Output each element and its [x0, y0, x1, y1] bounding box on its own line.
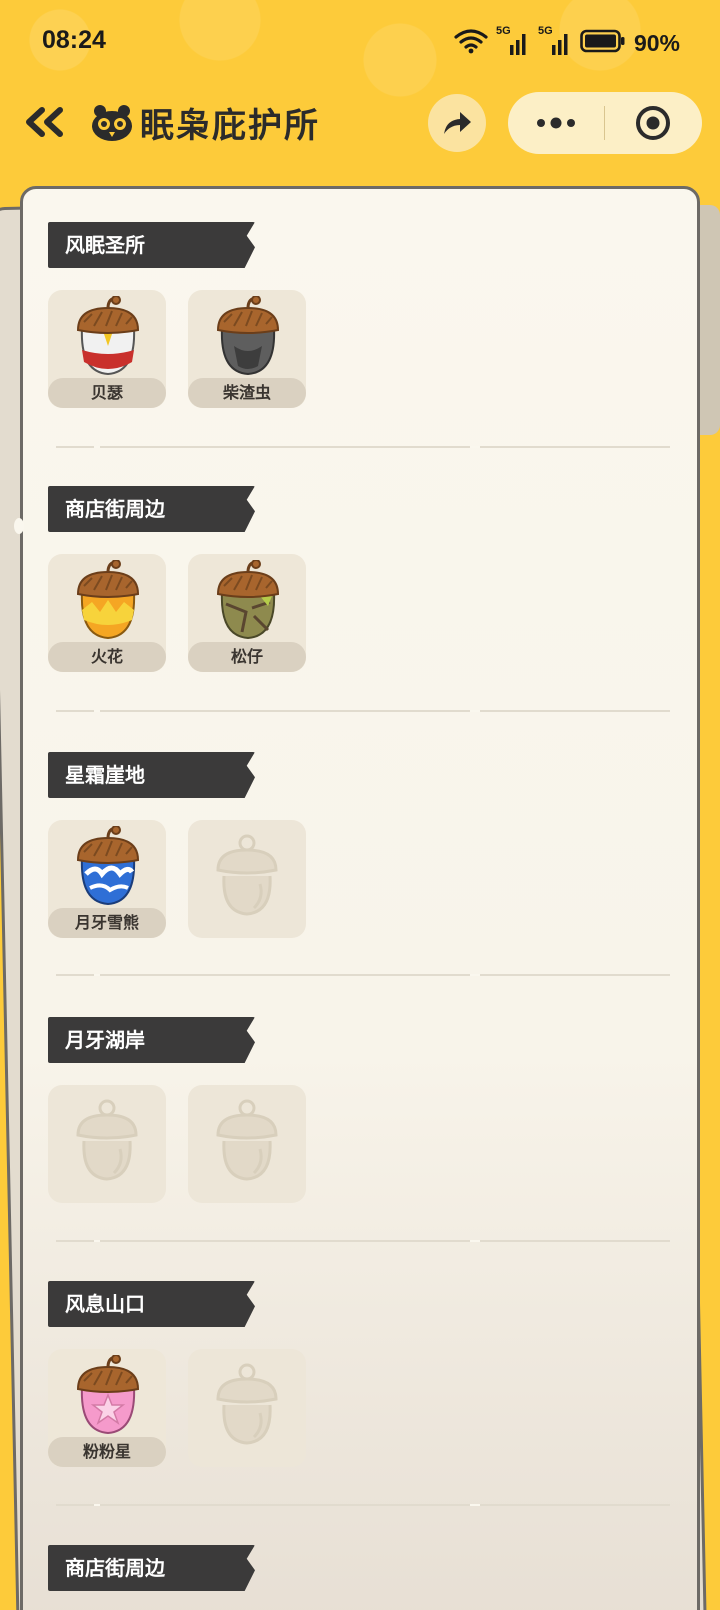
acorn-green-icon	[216, 560, 280, 640]
empty-slot[interactable]	[188, 1349, 306, 1467]
signal-icon-2: 5G	[538, 25, 572, 57]
section-title: 风眠圣所	[65, 233, 145, 257]
owl-logo-icon	[92, 105, 132, 141]
acorn-orange-icon	[76, 560, 140, 640]
double-chevron-left-icon	[26, 107, 63, 137]
creature-name: 粉粉星	[48, 1437, 166, 1467]
creature-name: 火花	[48, 642, 166, 672]
status-indicators: 5G 5G 90%	[454, 25, 680, 58]
more-dots-icon	[537, 117, 575, 129]
creature-name: 月牙雪熊	[48, 908, 166, 938]
creature-slot[interactable]: 粉粉星	[48, 1349, 166, 1467]
section-title: 商店街周边	[65, 497, 165, 521]
creature-slot[interactable]: 松仔	[188, 554, 306, 672]
header: 眠枭庇护所	[0, 88, 720, 160]
creature-slot[interactable]: 柴渣虫	[188, 290, 306, 408]
share-button[interactable]	[428, 94, 486, 152]
empty-slot[interactable]	[188, 820, 306, 938]
section-title: 风息山口	[65, 1292, 145, 1316]
empty-slot[interactable]	[188, 1085, 306, 1203]
status-bar: 08:24 5G 5G 90%	[0, 0, 720, 86]
acorn-gray-icon	[216, 296, 280, 376]
brand: 眠枭庇护所	[90, 96, 320, 148]
creature-slot[interactable]: 火花	[48, 554, 166, 672]
creature-name: 松仔	[188, 642, 306, 672]
creature-name: 柴渣虫	[188, 378, 306, 408]
target-circle-icon	[636, 106, 670, 140]
signal-icon-1: 5G	[496, 25, 530, 57]
section-divider	[56, 710, 670, 712]
status-time: 08:24	[42, 26, 106, 54]
acorn-placeholder-icon	[76, 1099, 138, 1181]
more-button[interactable]	[508, 92, 604, 154]
wifi-icon	[454, 28, 488, 58]
section-title: 月牙湖岸	[65, 1028, 145, 1052]
empty-slot[interactable]	[48, 1085, 166, 1203]
section-title: 星霜崖地	[65, 763, 145, 787]
acorn-placeholder-icon	[216, 1363, 278, 1445]
miniapp-capsule	[508, 92, 702, 154]
acorn-placeholder-icon	[216, 1099, 278, 1181]
creature-slot[interactable]: 贝瑟	[48, 290, 166, 408]
acorn-placeholder-icon	[216, 834, 278, 916]
battery-icon	[580, 29, 626, 57]
back-button[interactable]	[20, 100, 68, 144]
paper-notch	[14, 518, 24, 534]
acorn-red-icon	[76, 296, 140, 376]
share-arrow-icon	[444, 112, 471, 134]
creature-name: 贝瑟	[48, 378, 166, 408]
section-divider	[56, 446, 670, 448]
acorn-blue-icon	[76, 826, 140, 906]
section-divider	[56, 1240, 670, 1242]
section-divider	[56, 1504, 670, 1506]
page-title: 眠枭庇护所	[140, 105, 320, 146]
acorn-pink-icon	[76, 1355, 140, 1435]
section-title: 商店街周边	[65, 1556, 165, 1580]
creature-slot[interactable]: 月牙雪熊	[48, 820, 166, 938]
battery-percentage: 90%	[633, 29, 680, 56]
close-miniapp-button[interactable]	[605, 92, 701, 154]
section-divider	[56, 974, 670, 976]
